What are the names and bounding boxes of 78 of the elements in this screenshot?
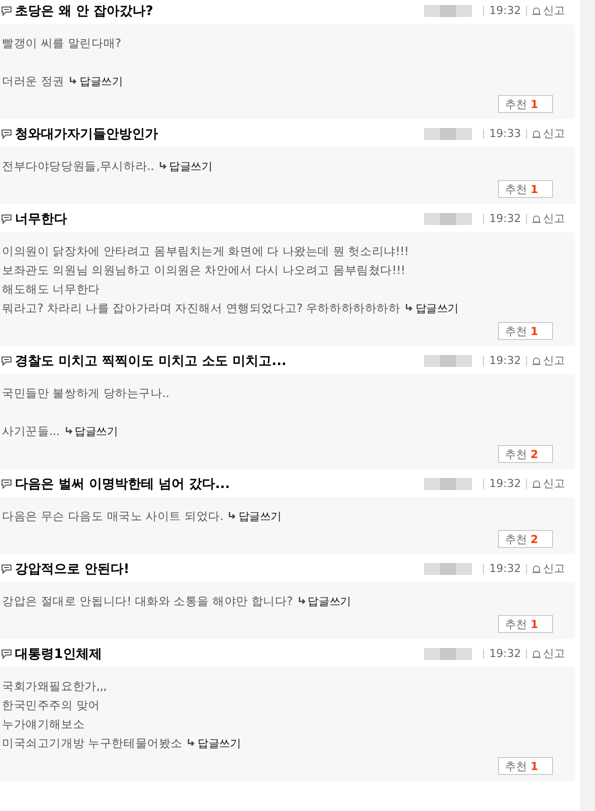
comment-title[interactable]: 대통령1인체제: [15, 644, 424, 662]
recommend-button[interactable]: 추천 2: [498, 445, 553, 463]
bell-icon[interactable]: [532, 648, 541, 658]
comment-text: 사기꾼들...: [2, 424, 60, 438]
speech-bubble-icon: [1, 356, 12, 366]
comment-title[interactable]: 강압적으로 안된다!: [15, 560, 424, 578]
reply-link[interactable]: 답글쓰기: [64, 425, 118, 438]
report-link[interactable]: 신고: [543, 126, 565, 141]
speech-bubble-icon: [1, 128, 12, 138]
comment-text: 국회가왜필요한가,,,: [2, 679, 107, 693]
comment-text: 빨갱이 씨를 말린다매?: [2, 36, 122, 50]
comment-time: 19:32: [489, 562, 521, 575]
bell-icon[interactable]: [532, 356, 541, 366]
reply-link[interactable]: 답글쓰기: [298, 595, 351, 608]
speech-bubble-icon: [1, 564, 12, 574]
report-link[interactable]: 신고: [543, 211, 565, 226]
recommend-button[interactable]: 추천 1: [498, 615, 553, 633]
comment-title[interactable]: 너무한다: [15, 210, 424, 228]
comment-time: 19:32: [489, 477, 521, 490]
report-link[interactable]: 신고: [543, 3, 565, 18]
reply-arrow-icon: [69, 77, 78, 85]
report-link[interactable]: 신고: [543, 561, 565, 576]
bell-icon[interactable]: [532, 564, 541, 574]
comment-title[interactable]: 다음은 벌써 이명박한테 넘어 갔다...: [15, 474, 424, 492]
comment-text: 다음은 무슨 다음도 매국노 사이트 되었다.: [2, 509, 224, 523]
comment-title[interactable]: 청와대가자기들안방인가: [15, 124, 424, 142]
bell-icon[interactable]: [532, 478, 541, 488]
comment-text: 미국쇠고기개방 누구한테물어봤소: [2, 736, 182, 750]
reply-link[interactable]: 답글쓰기: [187, 737, 241, 750]
comment-text: 한국민주주의 맞어: [2, 698, 100, 712]
recommend-button[interactable]: 추천 2: [498, 530, 553, 548]
blurred-username: [424, 478, 472, 490]
blurred-username: [424, 648, 472, 660]
recommend-button[interactable]: 추천 1: [498, 95, 553, 113]
reply-arrow-icon: [228, 512, 236, 520]
comment-text: 이의원이 닭장차에 안타려고 몸부림치는게 화면에 다 나왔는데 뭔 헛소리냐!!!: [2, 244, 409, 258]
speech-bubble-icon: [1, 6, 12, 16]
recommend-button[interactable]: 추천 1: [498, 180, 553, 198]
comment-time: 19:32: [489, 4, 521, 17]
comment-text: 강압은 절대로 안됩니다! 대화와 소통을 해야만 합니다?: [2, 594, 293, 608]
comment-text: 뭐라고? 차라리 나를 잡아가라며 자진해서 연행되었다고? 우하하하하하하하: [2, 301, 400, 315]
report-link[interactable]: 신고: [543, 353, 565, 368]
comment-text: 전부다야당당원들,무시하라..: [2, 159, 154, 173]
blurred-username: [424, 4, 472, 16]
blurred-username: [424, 128, 472, 140]
comment-title[interactable]: 경찰도 미치고 찍찍이도 미치고 소도 미치고...: [15, 352, 424, 370]
comment-text: 보좌관도 의원님 의원님하고 이의원은 차안에서 다시 나오려고 몸부림쳤다!!!: [2, 263, 406, 277]
blurred-username: [424, 354, 472, 366]
blurred-username: [424, 562, 472, 574]
comment-time: 19:33: [489, 127, 521, 140]
speech-bubble-icon: [1, 648, 12, 658]
report-link[interactable]: 신고: [543, 476, 565, 491]
speech-bubble-icon: [1, 214, 12, 224]
reply-arrow-icon: [64, 427, 73, 435]
reply-link[interactable]: 답글쓰기: [158, 160, 212, 173]
recommend-button[interactable]: 추천 1: [498, 757, 553, 775]
comment-time: 19:32: [489, 354, 521, 367]
reply-link[interactable]: 답글쓰기: [228, 510, 282, 523]
speech-bubble-icon: [1, 478, 12, 488]
blurred-username: [424, 212, 472, 224]
comment-text: 누가얘기해보소: [2, 717, 85, 731]
reply-link[interactable]: 답글쓰기: [405, 302, 459, 315]
bell-icon[interactable]: [532, 6, 541, 16]
comment-time: 19:32: [489, 212, 521, 225]
comment-text: 더러운 정권: [2, 74, 64, 88]
comment-title[interactable]: 초당은 왜 안 잡아갔나?: [15, 2, 424, 20]
reply-arrow-icon: [158, 162, 167, 170]
recommend-button[interactable]: 추천 1: [498, 322, 553, 340]
reply-arrow-icon: [187, 739, 196, 747]
reply-arrow-icon: [405, 304, 414, 312]
report-link[interactable]: 신고: [543, 646, 565, 661]
bell-icon[interactable]: [532, 128, 541, 138]
comment-text: 국민들만 불쌍하게 당하는구나..: [2, 386, 170, 400]
reply-arrow-icon: [298, 597, 306, 605]
bell-icon[interactable]: [532, 214, 541, 224]
reply-link[interactable]: 답글쓰기: [69, 75, 123, 88]
comment-time: 19:32: [489, 647, 521, 660]
comment-text: 해도해도 너무한다: [2, 282, 100, 296]
